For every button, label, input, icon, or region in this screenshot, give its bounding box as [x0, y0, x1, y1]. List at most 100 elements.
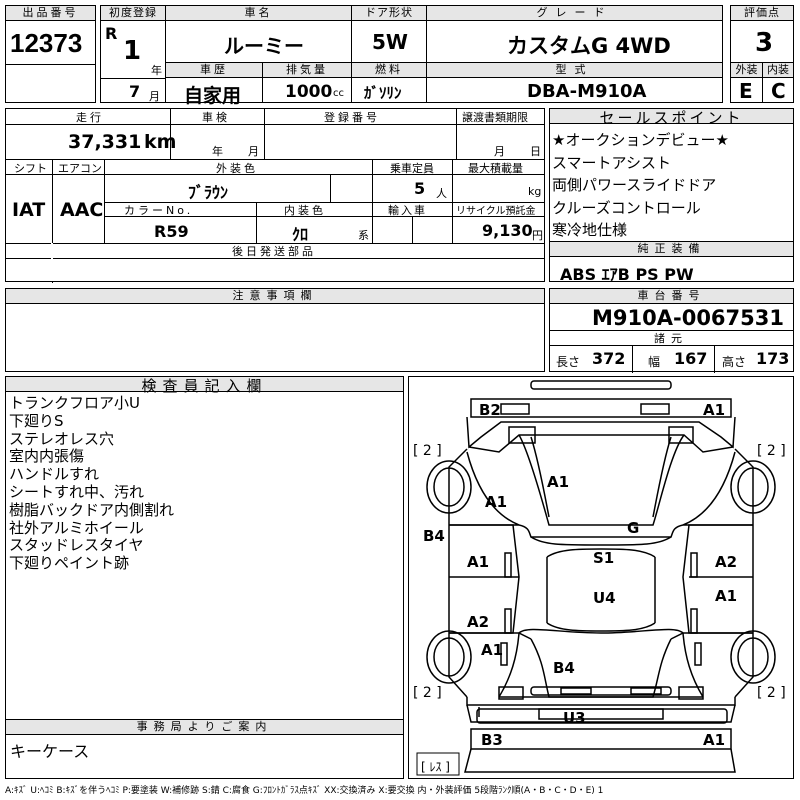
- fuel: ｶﾞｿﾘﾝ: [364, 84, 402, 102]
- load-unit: kg: [528, 185, 542, 198]
- sales-point: スマートアシスト: [552, 153, 671, 172]
- history-box: 車歴 自家用: [165, 62, 263, 107]
- sales-points-label: セールスポイント: [550, 109, 793, 127]
- chassis-box: 車台番号 M910A-0067531 諸元 長さ 372 幅 167 高さ 17…: [549, 288, 794, 373]
- inspector-notes-box: 検査員記入欄 トランクフロア小U 下廻りS ステレオレス穴 室内内張傷 ハンドルすれ シー…: [5, 376, 404, 720]
- recycle-label: リサイクル預託金: [456, 206, 536, 217]
- model-box: 型式 DBA-M910A: [426, 62, 723, 103]
- width-label: 幅: [648, 355, 661, 369]
- mileage-unit: km: [144, 131, 177, 153]
- color-label: 外装色: [216, 162, 258, 175]
- later-parts-label: 後日発送部品: [232, 245, 316, 258]
- mark-b4-left: B4: [423, 527, 445, 545]
- notes-box: 注意事項欄: [5, 288, 545, 372]
- office-box: 事務局よりご案内 キーケース: [5, 719, 404, 779]
- mark-a1-front-right: A1: [703, 401, 725, 419]
- era: R: [105, 24, 118, 43]
- tire-rear-right: [ 2 ]: [757, 685, 786, 701]
- mark-a2-left-rear: A2: [467, 613, 489, 631]
- door-box: ドア形状 5W: [351, 5, 427, 63]
- score-label: 評価点: [731, 6, 793, 21]
- history: 自家用: [184, 85, 242, 107]
- inspector-notes-list: トランクフロア小U 下廻りS ステレオレス穴 室内内張傷 ハンドルすれ シートすれ中、汚れ…: [9, 394, 401, 573]
- mark-a1-rear-right: A1: [703, 731, 725, 749]
- inspector-note: ハンドルすれ: [9, 465, 100, 484]
- specs-label: 諸元: [654, 332, 688, 345]
- tire-front-left: [ 2 ]: [413, 443, 442, 459]
- mileage: 37,331: [68, 131, 142, 153]
- office-label: 事務局よりご案内: [6, 720, 403, 735]
- door-type: 5W: [372, 30, 408, 54]
- mark-g-windshield: G: [627, 519, 639, 537]
- recycle-unit: 円: [532, 229, 543, 242]
- inspector-note: 下廻りペイント跡: [9, 554, 130, 573]
- displacement: 1000: [285, 82, 333, 102]
- mark-u3-bumper: U3: [563, 709, 586, 727]
- height-label: 高さ: [722, 355, 747, 369]
- history-label: 車歴: [166, 63, 262, 78]
- capacity-label: 乗車定員: [390, 162, 434, 175]
- damage-diagram-box: B2 A1 A1 A1 G B4 S1 A1 A2 U4 A1 A2 A1 B4…: [408, 376, 794, 779]
- spare-tire: [ ﾚｽ ]: [421, 760, 450, 774]
- sales-point: 寒冷地仕様: [552, 221, 628, 239]
- interior-rating-box: 内装 C: [762, 62, 794, 103]
- first-registration-month: 7: [129, 82, 141, 101]
- equipment: ABS ｴｱB PS PW: [560, 265, 694, 284]
- office-note: キーケース: [10, 742, 90, 761]
- fuel-label: 燃料: [352, 63, 426, 78]
- interior-color: ｸﾛ: [292, 225, 309, 244]
- notes-label: 注意事項欄: [6, 289, 544, 304]
- first-registration-box: 初度登録 R 1 年 7 月: [100, 5, 166, 103]
- length-label: 長さ: [556, 355, 581, 369]
- inspector-note: トランクフロア小U: [9, 394, 140, 412]
- car-name-label: 車名: [166, 6, 351, 21]
- import-label: 輸入車: [388, 204, 427, 217]
- grade: カスタムG 4WD: [507, 34, 671, 58]
- displacement-label: 排気量: [263, 63, 351, 78]
- model-label: 型式: [427, 63, 722, 78]
- lot-number-box: 出品番号 12373: [5, 5, 96, 103]
- capacity-unit: 人: [436, 187, 447, 200]
- inspector-note: 社外アルミホイール: [9, 518, 144, 537]
- mark-a1-left-quarter: A1: [481, 641, 503, 659]
- exterior-label: 外装: [731, 63, 762, 78]
- vehicle-details-box: 走行 車検 登録番号 譲渡書類期限 37,331 km 年 月 月 日 シフト …: [5, 108, 545, 283]
- displacement-unit: cc: [333, 88, 344, 99]
- load-label: 最大積載量: [468, 162, 523, 175]
- mark-a1-left-door: A1: [467, 553, 489, 571]
- capacity: 5: [414, 179, 426, 198]
- score-box: 評価点 3: [730, 5, 794, 63]
- sales-point: ★オークションデビュー★: [552, 131, 729, 149]
- mark-b4-back: B4: [553, 659, 575, 677]
- color-no: R59: [154, 222, 189, 241]
- mark-b2: B2: [479, 401, 501, 419]
- transfer-label: 譲渡書類期限: [462, 111, 528, 124]
- chassis-label: 車台番号: [550, 289, 793, 304]
- model: DBA-M910A: [527, 81, 647, 102]
- lot-number-label: 出品番号: [6, 6, 95, 21]
- width: 167: [674, 349, 708, 368]
- mileage-label: 走行: [76, 111, 104, 124]
- ac-label: エアコン: [58, 162, 102, 175]
- lot-number: 12373: [10, 28, 83, 58]
- ac: AAC: [60, 199, 104, 221]
- sales-point: 両側パワースライドドア: [552, 176, 717, 194]
- sales-point: クルーズコントロール: [552, 198, 701, 217]
- interior-rating: C: [771, 79, 786, 103]
- car-name: ルーミー: [224, 34, 304, 58]
- mark-a1-right-rear: A1: [715, 587, 737, 605]
- exterior-rating-box: 外装 E: [730, 62, 763, 103]
- first-registration-year: 1: [123, 36, 142, 66]
- length: 372: [592, 349, 626, 368]
- inspector-note: 室内内張傷: [9, 447, 85, 466]
- chassis-number: M910A-0067531: [592, 306, 784, 330]
- mark-b3-rear-left: B3: [481, 731, 503, 749]
- sales-points-list: ★オークションデビュー★ スマートアシスト両側パワースライドドア クルーズコントロー…: [552, 129, 791, 242]
- mark-a2-right-door: A2: [715, 553, 737, 571]
- displacement-box: 排気量 1000 cc: [262, 62, 352, 103]
- inspection-label: 車検: [202, 111, 230, 124]
- door-label: ドア形状: [352, 6, 426, 21]
- mark-a1-hood: A1: [547, 473, 569, 491]
- car-name-box: 車名 ルーミー: [165, 5, 352, 63]
- shift-label: シフト: [14, 162, 47, 175]
